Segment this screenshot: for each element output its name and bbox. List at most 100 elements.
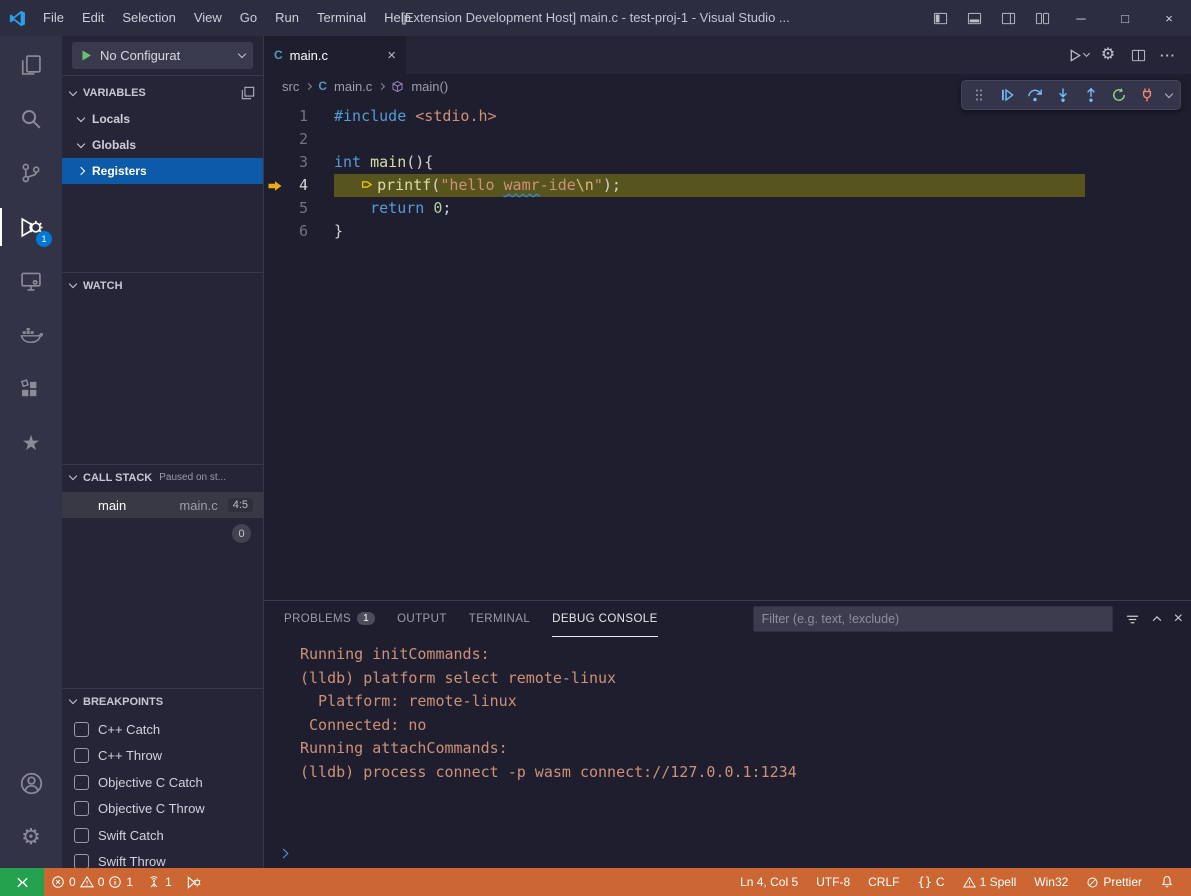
toolbar-grip-handle[interactable] xyxy=(966,82,992,108)
spell-indicator[interactable]: 1 Spell xyxy=(954,875,1026,889)
filter-lines-icon[interactable] xyxy=(1125,612,1140,627)
toggle-panel-icon[interactable] xyxy=(957,0,991,36)
toggle-sidebar-icon[interactable] xyxy=(923,0,957,36)
line-number[interactable]: 2 xyxy=(286,128,320,151)
language-indicator[interactable]: {} C xyxy=(908,875,953,889)
close-button[interactable]: × xyxy=(1147,0,1191,36)
breakpoint-item[interactable]: Swift Throw xyxy=(62,849,263,869)
panel-tab-output[interactable]: OUTPUT xyxy=(397,601,447,637)
more-actions-icon[interactable]: ··· xyxy=(1155,42,1181,68)
console-filter-input[interactable] xyxy=(753,606,1113,632)
gutter-glyph-margin[interactable] xyxy=(264,105,286,128)
breakpoint-item[interactable]: Swift Catch xyxy=(62,822,263,849)
breakpoint-checkbox[interactable] xyxy=(74,801,89,816)
gutter-glyph-margin[interactable] xyxy=(264,197,286,220)
debug-status-icon[interactable] xyxy=(179,868,208,896)
breadcrumb-file[interactable]: main.c xyxy=(334,79,372,94)
breakpoint-item[interactable]: C++ Catch xyxy=(62,716,263,743)
step-into-icon[interactable] xyxy=(1050,82,1076,108)
launch-configuration-select[interactable]: No Configurat xyxy=(72,42,253,69)
panel-tab-debug-console[interactable]: DEBUG CONSOLE xyxy=(552,601,658,637)
activity-settings[interactable]: ⚙ xyxy=(0,812,62,862)
variables-section-header[interactable]: VARIABLES xyxy=(62,80,263,106)
panel-tab-terminal[interactable]: TERMINAL xyxy=(469,601,530,637)
formatter-indicator[interactable]: Prettier xyxy=(1077,875,1151,889)
eol-indicator[interactable]: CRLF xyxy=(859,875,908,889)
tab-main-c[interactable]: C main.c × xyxy=(264,36,406,74)
variables-item-globals[interactable]: Globals xyxy=(62,132,263,158)
ports-indicator[interactable]: 1 xyxy=(140,868,179,896)
activity-explorer[interactable] xyxy=(0,40,62,90)
activity-search[interactable] xyxy=(0,94,62,144)
close-panel-icon[interactable]: × xyxy=(1174,610,1183,628)
menu-go[interactable]: Go xyxy=(231,0,266,36)
line-number[interactable]: 3 xyxy=(286,151,320,174)
chevron-down-icon[interactable] xyxy=(1162,82,1176,108)
watch-section-header[interactable]: WATCH xyxy=(62,272,263,298)
panel-tab-problems[interactable]: PROBLEMS1 xyxy=(284,601,375,637)
maximize-button[interactable]: □ xyxy=(1103,0,1147,36)
customize-layout-icon[interactable] xyxy=(1025,0,1059,36)
breakpoint-item[interactable]: Objective C Catch xyxy=(62,769,263,796)
code-editor[interactable]: 1#include <stdio.h>23int main(){4 printf… xyxy=(264,98,1191,600)
tab-close-icon[interactable]: × xyxy=(387,47,396,64)
code-token: " xyxy=(594,176,603,194)
continue-icon[interactable] xyxy=(994,82,1020,108)
line-number[interactable]: 5 xyxy=(286,197,320,220)
breakpoint-checkbox[interactable] xyxy=(74,854,89,868)
platform-indicator[interactable]: Win32 xyxy=(1025,875,1077,889)
line-number[interactable]: 6 xyxy=(286,220,320,243)
breakpoint-item[interactable]: C++ Throw xyxy=(62,743,263,770)
remote-indicator[interactable] xyxy=(0,868,44,896)
call-stack-section-header[interactable]: CALL STACK Paused on st... xyxy=(62,464,263,490)
line-col-indicator[interactable]: Ln 4, Col 5 xyxy=(731,875,807,889)
breakpoints-section-header[interactable]: BREAKPOINTS xyxy=(62,688,263,714)
activity-favorites[interactable]: ★ xyxy=(0,418,62,468)
activity-account[interactable] xyxy=(0,758,62,808)
activity-extensions[interactable] xyxy=(0,364,62,414)
minimize-button[interactable]: ─ xyxy=(1059,0,1103,36)
activity-source-control[interactable] xyxy=(0,148,62,198)
menu-edit[interactable]: Edit xyxy=(73,0,113,36)
menu-run[interactable]: Run xyxy=(266,0,308,36)
maximize-panel-icon[interactable] xyxy=(1150,612,1164,626)
variables-item-registers[interactable]: Registers xyxy=(62,158,263,184)
call-stack-frame-row[interactable]: main main.c 4:5 xyxy=(62,492,263,518)
menu-file[interactable]: File xyxy=(34,0,73,36)
menu-selection[interactable]: Selection xyxy=(113,0,184,36)
step-over-icon[interactable] xyxy=(1022,82,1048,108)
breakpoint-checkbox[interactable] xyxy=(74,748,89,763)
breadcrumb-symbol[interactable]: main() xyxy=(411,79,448,94)
restart-icon[interactable] xyxy=(1106,82,1132,108)
menu-view[interactable]: View xyxy=(185,0,231,36)
breakpoint-item[interactable]: Objective C Throw xyxy=(62,796,263,823)
breakpoint-checkbox[interactable] xyxy=(74,722,89,737)
activity-run-and-debug[interactable]: 1 xyxy=(0,202,62,252)
run-or-debug-button[interactable] xyxy=(1065,42,1091,68)
debug-console-output[interactable]: Running initCommands:(lldb) platform sel… xyxy=(264,637,1191,868)
line-number[interactable]: 1 xyxy=(286,105,320,128)
breakpoint-checkbox[interactable] xyxy=(74,775,89,790)
copy-icon[interactable] xyxy=(241,86,255,100)
toggle-secondary-sidebar-icon[interactable] xyxy=(991,0,1025,36)
gutter-glyph-margin[interactable] xyxy=(264,128,286,151)
split-editor-icon[interactable] xyxy=(1125,42,1151,68)
notifications-bell-icon[interactable] xyxy=(1151,875,1183,889)
activity-docker[interactable] xyxy=(0,310,62,360)
console-input-prompt[interactable] xyxy=(280,845,287,860)
warning-icon xyxy=(963,876,976,889)
gutter-glyph-margin[interactable] xyxy=(264,151,286,174)
step-out-icon[interactable] xyxy=(1078,82,1104,108)
menu-terminal[interactable]: Terminal xyxy=(308,0,375,36)
gutter-glyph-margin[interactable] xyxy=(264,220,286,243)
line-number[interactable]: 4 xyxy=(286,174,320,197)
breadcrumb-folder[interactable]: src xyxy=(282,79,299,94)
activity-remote-explorer[interactable] xyxy=(0,256,62,306)
problems-indicator[interactable]: 0 0 1 xyxy=(44,868,140,896)
debug-current-line-arrow[interactable] xyxy=(264,174,286,197)
encoding-indicator[interactable]: UTF-8 xyxy=(807,875,859,889)
disconnect-icon[interactable] xyxy=(1134,82,1160,108)
variables-item-locals[interactable]: Locals xyxy=(62,106,263,132)
settings-gear-icon[interactable]: ⚙ xyxy=(1095,42,1121,68)
breakpoint-checkbox[interactable] xyxy=(74,828,89,843)
